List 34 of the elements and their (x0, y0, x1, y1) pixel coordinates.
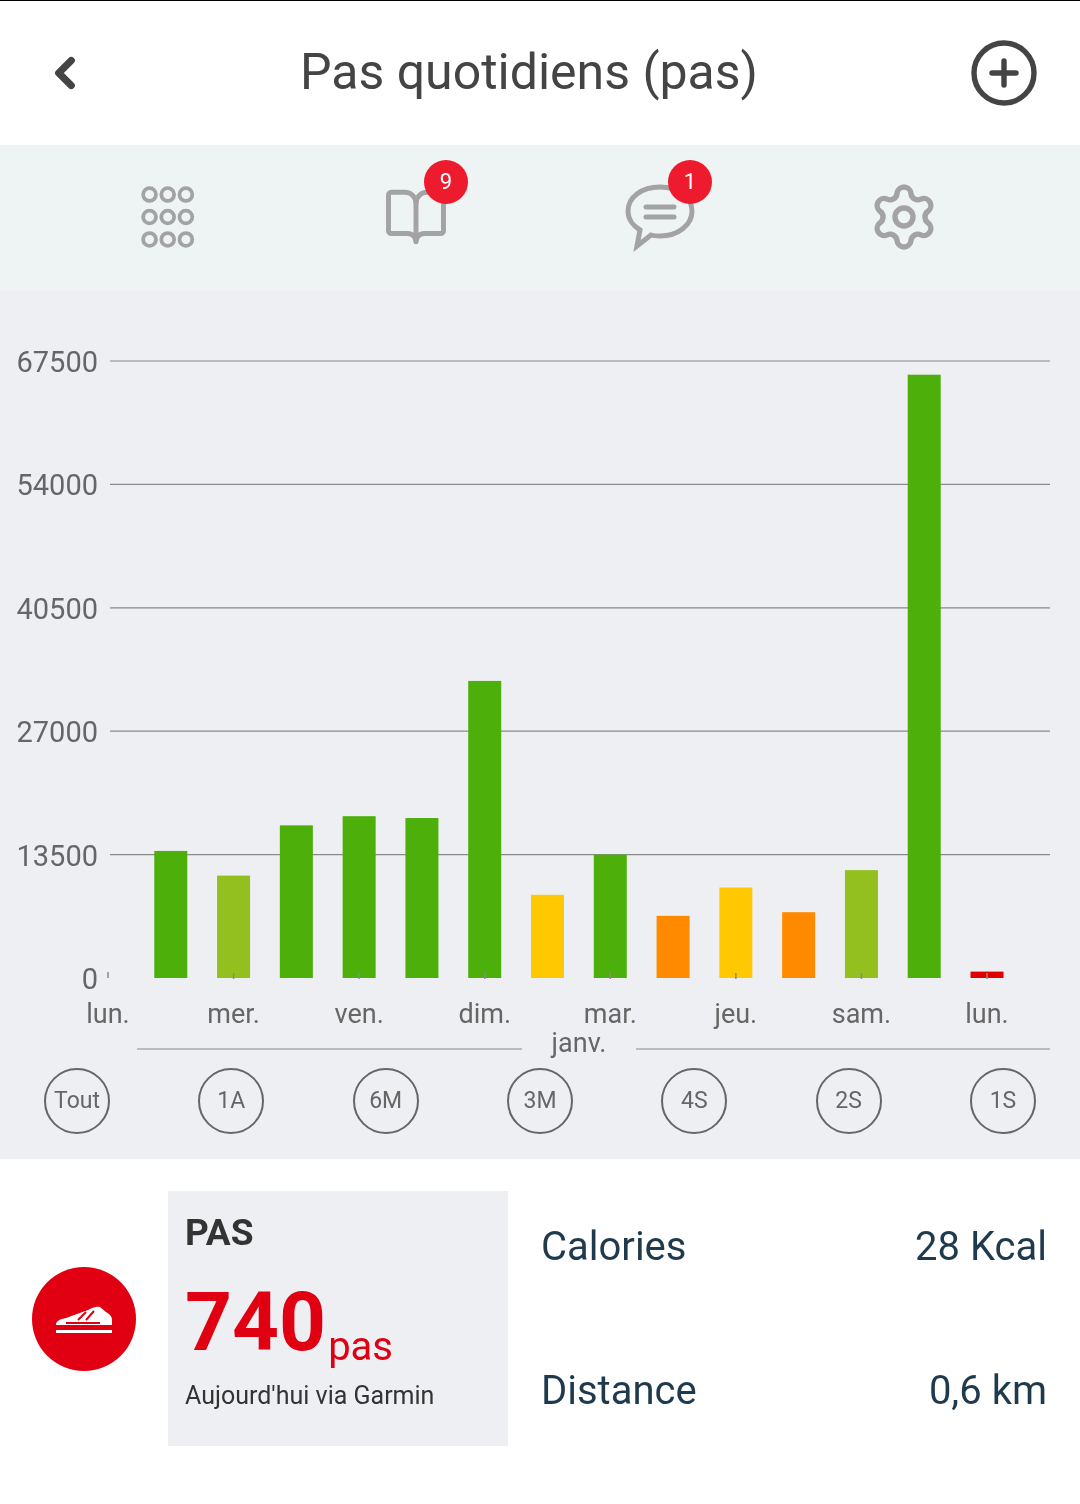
period-button[interactable]: 3M (507, 1067, 573, 1134)
period-button[interactable]: 2S (815, 1067, 882, 1134)
notification-badge: 9 (424, 159, 468, 204)
axis-label: 54000 (16, 468, 98, 503)
axis-label: lun. (86, 997, 130, 1030)
notification-badge: 1 (668, 159, 712, 204)
stat-value: 0,6 km (928, 1365, 1047, 1416)
period-button[interactable]: 1S (969, 1067, 1036, 1134)
axis-label: 13500 (16, 838, 98, 873)
axis-label: 67500 (16, 344, 98, 379)
step-count: 740 (185, 1280, 327, 1363)
axis-label: 40500 (16, 591, 98, 626)
axis-label: dim. (458, 997, 511, 1030)
axis-label: 27000 (16, 715, 98, 750)
step-unit: pas (328, 1326, 393, 1367)
page-title: Pas quotidiens (pas) (300, 42, 758, 104)
card-title: PAS (185, 1210, 255, 1256)
period-button[interactable]: 4S (661, 1067, 728, 1134)
period-button[interactable]: 1A (198, 1067, 265, 1134)
bar (656, 915, 690, 978)
bar (782, 912, 816, 978)
axis-label: mer. (207, 997, 260, 1030)
stat-label: Calories (541, 1221, 687, 1272)
stat-label: Distance (541, 1365, 697, 1416)
period-button[interactable]: Tout (44, 1067, 110, 1134)
axis-label: 0 (81, 961, 98, 996)
axis-label: lun. (965, 997, 1009, 1030)
axis-label: sam. (831, 997, 892, 1030)
source-text: Aujourd'hui via Garmin (185, 1379, 436, 1412)
axis-label: ven. (334, 997, 384, 1030)
period-button[interactable]: 6M (352, 1067, 419, 1134)
stat-value: 28 Kcal (915, 1221, 1047, 1272)
axis-label: jeu. (714, 997, 758, 1030)
bar (970, 971, 1004, 978)
